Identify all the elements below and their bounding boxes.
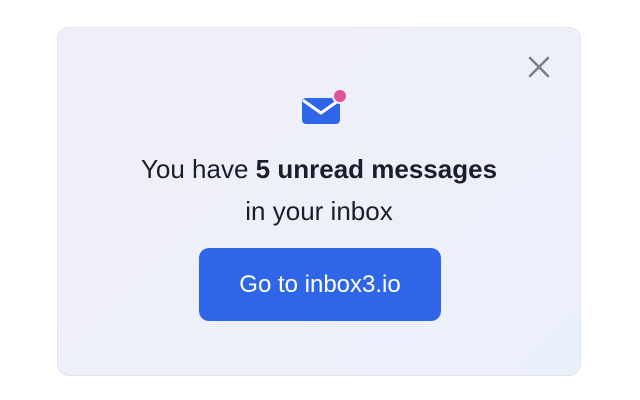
close-button[interactable] [528,56,550,78]
message-prefix: You have [140,154,249,184]
unread-message-text: You have 5 unread messages in your inbox [58,148,580,232]
notification-popup: You have 5 unread messages in your inbox… [57,27,581,376]
message-line-2: in your inbox [245,196,393,226]
mail-icon [300,88,348,128]
go-to-inbox-button[interactable]: Go to inbox3.io [199,248,441,321]
close-icon [528,56,550,78]
message-line-1: You have 5 unread messages [58,148,580,190]
notification-dot [332,88,348,104]
unread-count-text: 5 unread messages [255,154,498,184]
